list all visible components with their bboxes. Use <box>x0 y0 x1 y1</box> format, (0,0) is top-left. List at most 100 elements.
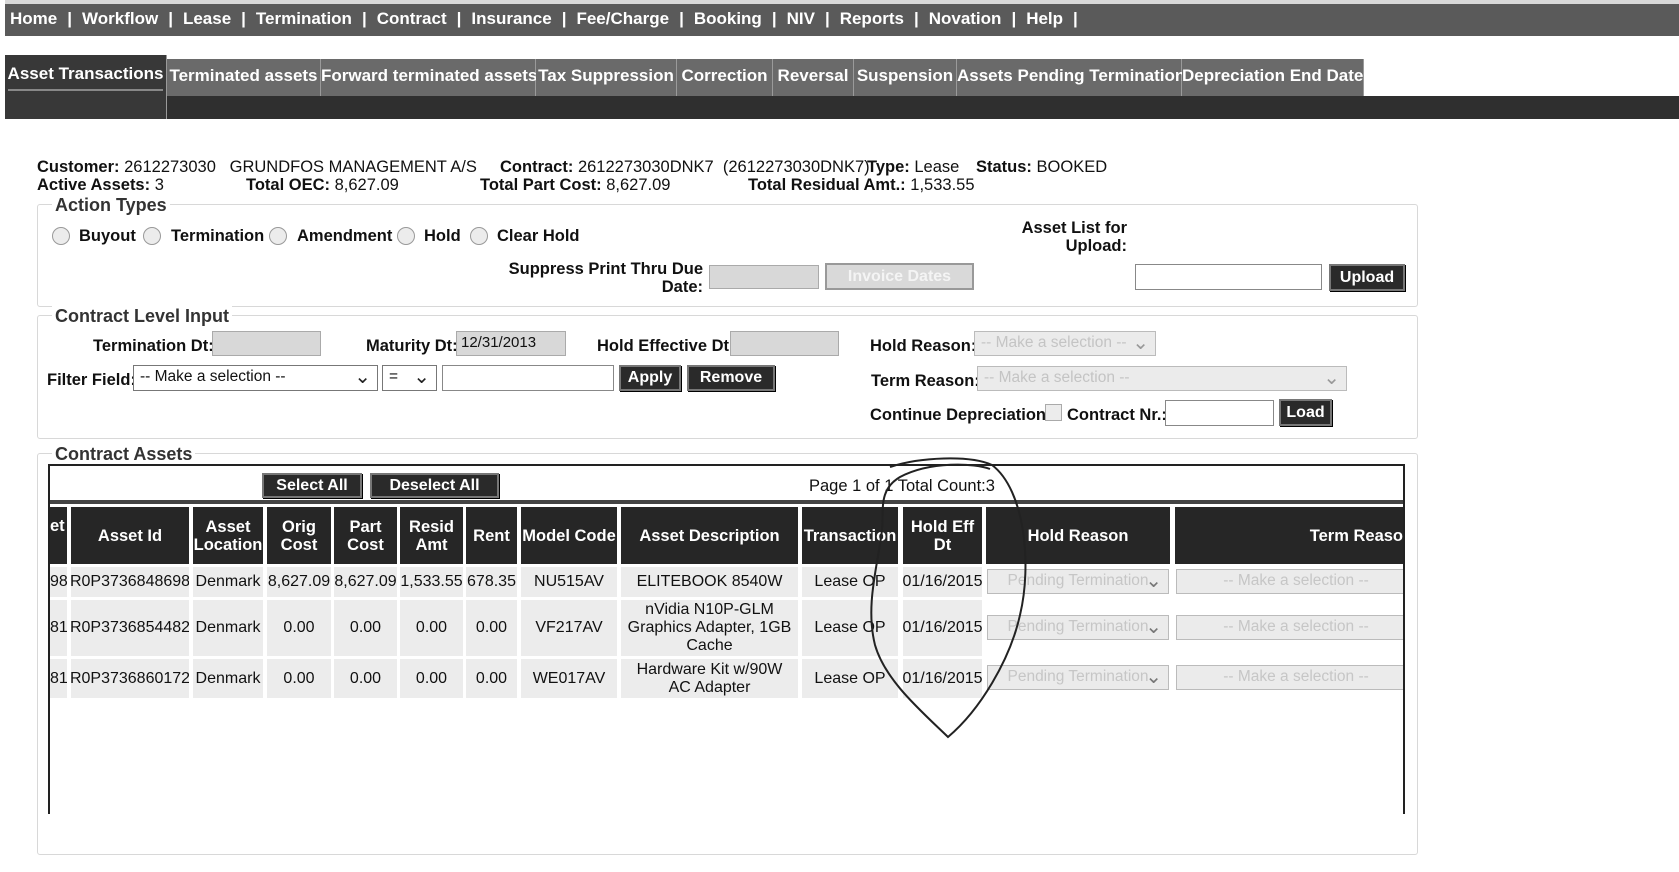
chevron-down-icon: ⌄ <box>1145 570 1162 592</box>
tab-tax-suppression[interactable]: Tax Suppression <box>536 59 677 96</box>
upload-button[interactable]: Upload <box>1329 264 1405 291</box>
term-reason-select[interactable]: -- Make a selection -- ⌄ <box>977 366 1347 391</box>
menu-contract[interactable]: Contract <box>377 9 447 28</box>
top-menu-bar: Home | Workflow | Lease | Termination | Contract… <box>5 0 1679 36</box>
action-types-panel <box>37 204 1418 307</box>
suppress-print-date-input[interactable] <box>709 265 819 289</box>
col-header-partial: et <box>50 507 67 564</box>
menu-termination[interactable]: Termination <box>256 9 352 28</box>
filter-field-select[interactable]: -- Make a selection -- ⌄ <box>133 365 378 391</box>
filter-operator-select[interactable]: = ⌄ <box>382 365 437 391</box>
col-header-asset-description[interactable]: Asset Description <box>621 507 798 564</box>
active-assets-info: Active Assets: 3 <box>37 176 164 194</box>
menu-reports[interactable]: Reports <box>840 9 904 28</box>
cell-asset-id: R0P3736848698 <box>71 567 189 597</box>
apply-button[interactable]: Apply <box>619 365 681 391</box>
maturity-dt-label: Maturity Dt: <box>366 337 458 355</box>
amendment-label: Amendment <box>297 227 393 245</box>
cell-rent: 678.35 <box>466 567 517 597</box>
col-header-asset-location[interactable]: Asset Location <box>193 507 263 564</box>
hold-reason-label: Hold Reason: <box>870 337 977 355</box>
radio-hold[interactable] <box>397 227 415 245</box>
asset-list-file-input[interactable] <box>1135 264 1322 290</box>
menu-fee-charge[interactable]: Fee/Charge <box>576 9 669 28</box>
tab-terminated-assets[interactable]: Terminated assets <box>167 59 321 96</box>
filter-field-label: Filter Field: <box>47 371 136 389</box>
cell-location: Denmark <box>193 659 263 698</box>
termination-dt-input[interactable] <box>212 331 321 356</box>
cell-orig-cost: 0.00 <box>267 600 331 656</box>
col-header-orig-cost[interactable]: Orig Cost <box>267 507 331 564</box>
cell-location: Denmark <box>193 567 263 597</box>
tab-correction[interactable]: Correction <box>677 59 773 96</box>
cell-resid-amt: 1,533.55 <box>400 567 463 597</box>
radio-clear-hold[interactable] <box>470 227 488 245</box>
termination-dt-label: Termination Dt: <box>93 337 214 355</box>
hold-effective-dt-input[interactable] <box>730 331 839 356</box>
hold-effective-dt-label: Hold Effective Dt: <box>597 337 735 355</box>
continue-depreciation-checkbox[interactable] <box>1045 404 1062 421</box>
menu-insurance[interactable]: Insurance <box>471 9 551 28</box>
cell-model-code: WE017AV <box>521 659 617 698</box>
tab-asset-transactions[interactable]: Asset Transactions <box>5 55 167 119</box>
tab-forward-terminated-assets[interactable]: Forward terminated assets <box>321 59 537 96</box>
tab-reversal[interactable]: Reversal <box>773 59 854 96</box>
col-header-rent[interactable]: Rent <box>466 507 517 564</box>
cell-part-cost: 0.00 <box>334 600 397 656</box>
chevron-down-icon: ⌄ <box>1323 367 1340 389</box>
cell-model-code: VF217AV <box>521 600 617 656</box>
contract-level-legend: Contract Level Input <box>52 306 233 327</box>
tab-bar: Asset Transactions Terminated assets For… <box>5 55 1679 119</box>
term-reason-row-select[interactable]: -- Make a selection -- <box>1176 569 1403 594</box>
menu-help[interactable]: Help <box>1026 9 1063 28</box>
menu-booking[interactable]: Booking <box>694 9 762 28</box>
contract-nr-input[interactable] <box>1165 400 1274 426</box>
tab-depreciation-end-date[interactable]: Depreciation End Date <box>1182 59 1364 96</box>
deselect-all-button[interactable]: Deselect All <box>370 473 499 498</box>
top-menu: Home | Workflow | Lease | Termination | Contract… <box>10 9 1078 28</box>
cell-partial: 98 <box>50 567 67 597</box>
buyout-label: Buyout <box>79 227 136 245</box>
term-reason-row-select[interactable]: -- Make a selection -- <box>1176 665 1403 690</box>
menu-novation[interactable]: Novation <box>929 9 1002 28</box>
cell-orig-cost: 0.00 <box>267 659 331 698</box>
col-header-asset-id[interactable]: Asset Id <box>71 507 189 564</box>
cell-term-reason: -- Make a selection -- <box>1175 659 1403 698</box>
status-info: Status: BOOKED <box>976 158 1108 176</box>
radio-termination[interactable] <box>143 227 161 245</box>
cell-term-reason: -- Make a selection -- <box>1175 567 1403 597</box>
col-header-term-reason[interactable]: Term Reaso <box>1175 507 1403 564</box>
remove-button[interactable]: Remove <box>687 365 775 391</box>
cell-partial: 81 <box>50 600 67 656</box>
clear-hold-label: Clear Hold <box>497 227 580 245</box>
contract-assets-legend: Contract Assets <box>52 444 196 465</box>
invoice-dates-button[interactable]: Invoice Dates <box>825 263 974 290</box>
total-residual-info: Total Residual Amt.: 1,533.55 <box>748 176 975 194</box>
col-header-resid-amt[interactable]: Resid Amt <box>400 507 463 564</box>
menu-workflow[interactable]: Workflow <box>82 9 158 28</box>
menu-lease[interactable]: Lease <box>183 9 231 28</box>
contract-nr-label: Contract Nr.: <box>1067 406 1167 424</box>
load-button[interactable]: Load <box>1279 399 1332 426</box>
term-reason-row-select[interactable]: -- Make a selection -- <box>1176 615 1403 640</box>
cell-description: ELITEBOOK 8540W <box>621 567 798 597</box>
suppress-print-label: Suppress Print Thru Due Date: <box>508 260 703 296</box>
cell-partial: 81 <box>50 659 67 698</box>
tab-suspension[interactable]: Suspension <box>854 59 957 96</box>
select-all-button[interactable]: Select All <box>262 473 362 498</box>
tab-assets-pending-termination[interactable]: Assets Pending Termination <box>957 59 1185 96</box>
table-divider <box>50 500 1403 504</box>
radio-amendment[interactable] <box>269 227 287 245</box>
hold-reason-select[interactable]: -- Make a selection -- ⌄ <box>974 331 1156 356</box>
col-header-part-cost[interactable]: Part Cost <box>334 507 397 564</box>
cell-orig-cost: 8,627.09 <box>267 567 331 597</box>
customer-info: Customer: 2612273030 GRUNDFOS MANAGEMENT… <box>37 158 477 176</box>
total-part-cost-info: Total Part Cost: 8,627.09 <box>480 176 671 194</box>
total-oec-info: Total OEC: 8,627.09 <box>246 176 399 194</box>
filter-value-input[interactable] <box>442 365 614 391</box>
menu-home[interactable]: Home <box>10 9 57 28</box>
col-header-model-code[interactable]: Model Code <box>521 507 617 564</box>
maturity-dt-input[interactable]: 12/31/2013 <box>456 331 566 356</box>
menu-niv[interactable]: NIV <box>787 9 815 28</box>
radio-buyout[interactable] <box>52 227 70 245</box>
